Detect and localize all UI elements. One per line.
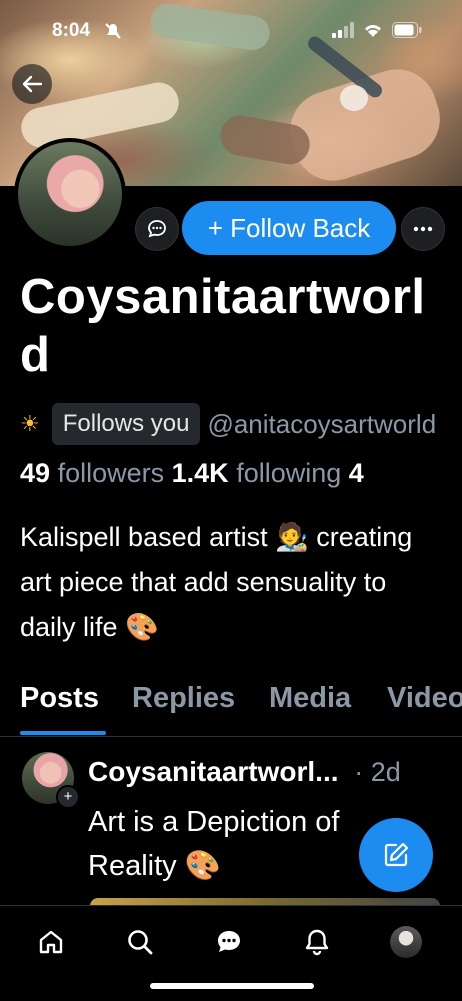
- handle-row: ☀ Follows you @anitacoysartworld: [20, 402, 462, 446]
- nav-notifications[interactable]: [299, 924, 335, 960]
- status-bar: 8:04: [0, 18, 462, 46]
- follow-plus-icon[interactable]: +: [56, 785, 80, 809]
- followers-count: 49: [20, 458, 51, 488]
- display-name: Coysanitaartworld: [20, 270, 426, 382]
- follow-back-button[interactable]: + Follow Back: [182, 201, 396, 255]
- compose-pencil-icon: [384, 842, 409, 867]
- follow-back-label: + Follow Back: [207, 212, 371, 243]
- profile-stats: 49 followers 1.4K following 4: [20, 458, 462, 489]
- silent-mode-icon: [104, 22, 122, 45]
- nav-profile[interactable]: [388, 924, 424, 960]
- post-text[interactable]: Art is a Depiction of Reality 🎨: [88, 800, 388, 888]
- nav-home[interactable]: [33, 924, 69, 960]
- battery-icon: [392, 22, 422, 43]
- bell-icon: [305, 929, 329, 956]
- following-link[interactable]: 1.4K following: [172, 458, 342, 488]
- sunrise-icon: ☀: [20, 411, 40, 436]
- nav-search[interactable]: [122, 924, 158, 960]
- follows-you-badge: Follows you: [51, 403, 201, 445]
- home-indicator: [150, 983, 314, 989]
- profile-tabs: Posts Replies Media Videos: [0, 676, 462, 737]
- search-icon: [128, 930, 153, 955]
- post-header: Coysanitaartworl... · 2d: [88, 756, 448, 788]
- active-tab-indicator: [20, 731, 106, 735]
- post-time: · 2d: [354, 757, 401, 787]
- post-author[interactable]: Coysanitaartworl...: [88, 756, 339, 787]
- wifi-icon: [362, 22, 384, 43]
- followers-label: followers: [57, 458, 165, 488]
- profile-bio: Kalispell based artist 🧑‍🎨 creating art …: [20, 522, 413, 642]
- tab-media[interactable]: Media: [269, 682, 351, 715]
- followers-link[interactable]: 49 followers: [20, 458, 164, 488]
- following-count: 1.4K: [171, 458, 229, 488]
- profile-handle: @anitacoysartworld: [207, 408, 437, 439]
- extra-count[interactable]: 4: [349, 458, 364, 488]
- arrow-left-icon: [22, 75, 43, 93]
- ellipsis-icon: [413, 226, 433, 232]
- chat-bubble-icon: [148, 220, 166, 238]
- home-icon: [39, 930, 63, 954]
- back-button[interactable]: [12, 64, 52, 104]
- chat-icon: [218, 931, 240, 952]
- more-options-button[interactable]: [401, 207, 445, 251]
- nav-profile-avatar: [390, 926, 422, 958]
- status-time: 8:04: [52, 20, 91, 41]
- compose-button[interactable]: [359, 818, 433, 892]
- signal-icon: [332, 22, 354, 43]
- nav-chat[interactable]: [211, 924, 247, 960]
- following-label: following: [236, 458, 342, 488]
- tab-replies[interactable]: Replies: [132, 682, 235, 715]
- profile-avatar[interactable]: [14, 138, 126, 250]
- message-button[interactable]: [135, 207, 179, 251]
- tab-videos[interactable]: Videos: [387, 682, 462, 715]
- tab-posts[interactable]: Posts: [20, 682, 99, 715]
